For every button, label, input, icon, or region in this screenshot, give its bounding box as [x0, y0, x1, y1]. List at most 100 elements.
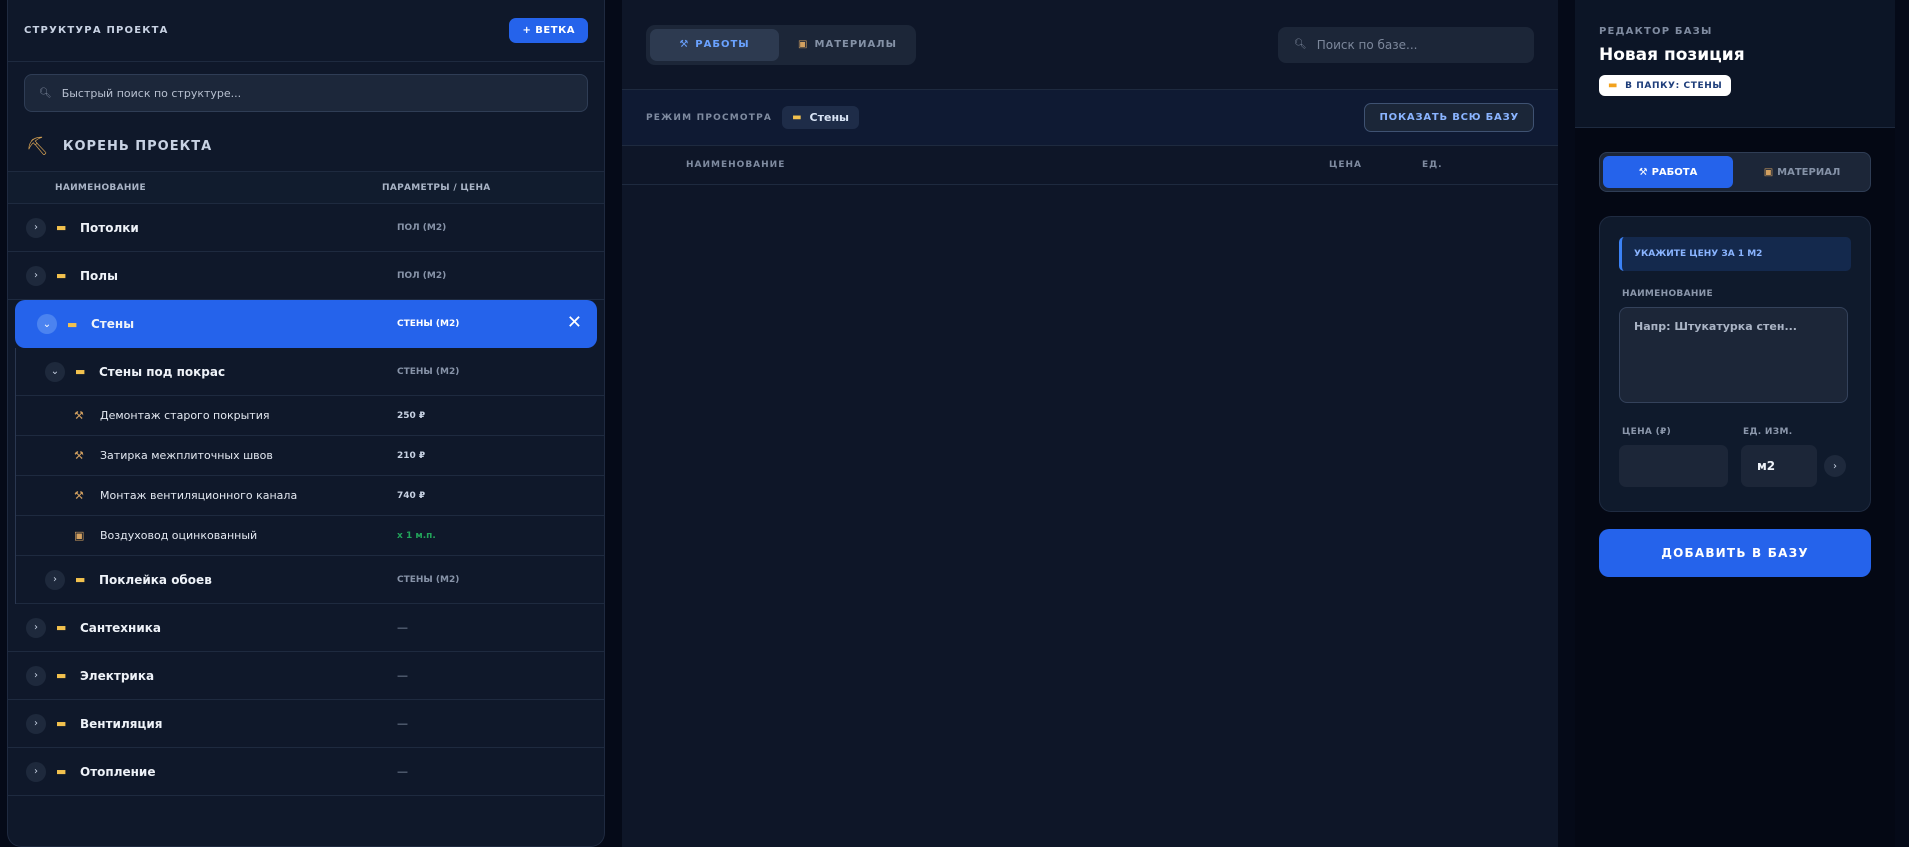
project-structure-panel: СТРУКТУРА ПРОЕКТА + ВЕТКА 🔍︎ ⛏ КОРЕНЬ ПР…	[7, 0, 605, 847]
tree-leaf-item[interactable]: ⚒ Монтаж вентиляционного канала 740 ₽	[16, 476, 604, 516]
close-icon[interactable]: ✕	[567, 312, 582, 334]
structure-search[interactable]: 🔍︎	[24, 74, 588, 112]
tree-item-param: —	[397, 765, 408, 778]
tree-column-header: НАИМЕНОВАНИЕ ПАРАМЕТРЫ / ЦЕНА	[8, 172, 604, 204]
editor-title: Новая позиция	[1599, 45, 1745, 65]
price-hint: УКАЖИТЕ ЦЕНУ ЗА 1 М2	[1619, 237, 1851, 271]
tree-item-heating[interactable]: › ▬ Отопление —	[8, 748, 604, 796]
tree-leaf-quantity: x 1 м.п.	[397, 530, 436, 541]
view-folder-chip[interactable]: ▬ Стены	[782, 106, 859, 129]
item-type-toggle: ⚒ РАБОТА ▣ МАТЕРИАЛ	[1599, 152, 1871, 192]
chevron-right-icon[interactable]: ›	[26, 617, 46, 638]
show-all-button[interactable]: ПОКАЗАТЬ ВСЮ БАЗУ	[1364, 103, 1534, 132]
tree-leaf-label: Затирка межплиточных швов	[100, 449, 273, 462]
tree-item-label: Сантехника	[80, 620, 161, 635]
view-mode-label: РЕЖИМ ПРОСМОТРА	[646, 112, 773, 123]
type-material-label: МАТЕРИАЛ	[1777, 166, 1841, 178]
structure-title: СТРУКТУРА ПРОЕКТА	[24, 25, 169, 36]
tree-item-param: ПОЛ (М2)	[397, 222, 447, 233]
tree-item-param: —	[397, 717, 408, 730]
chevron-right-icon[interactable]: ›	[26, 761, 46, 782]
chevron-down-icon[interactable]: ⌄	[37, 314, 57, 334]
project-root-row[interactable]: ⛏ КОРЕНЬ ПРОЕКТА	[8, 122, 604, 172]
name-field[interactable]	[1619, 307, 1848, 403]
chevron-right-icon[interactable]: ›	[26, 217, 46, 238]
catalog-panel: ⚒ РАБОТЫ ▣ МАТЕРИАЛЫ 🔍︎ РЕЖИМ ПРОСМОТРА …	[622, 0, 1558, 847]
tree-item-wallpaper[interactable]: › ▬ Поклейка обоев СТЕНЫ (М2)	[16, 556, 604, 604]
editor-header: РЕДАКТОР БАЗЫ Новая позиция ▬ В ПАПКУ: С…	[1575, 0, 1895, 128]
folder-icon: ▬	[56, 621, 67, 634]
catalog-toolbar: ⚒ РАБОТЫ ▣ МАТЕРИАЛЫ 🔍︎	[622, 0, 1558, 90]
folder-open-icon: ▬	[67, 317, 78, 331]
tree-item-param: СТЕНЫ (М2)	[397, 319, 460, 329]
material-box-icon: ▣	[1763, 166, 1774, 178]
col-name-header: НАИМЕНОВАНИЕ	[686, 160, 786, 170]
add-to-base-button[interactable]: ДОБАВИТЬ В БАЗУ	[1599, 529, 1871, 577]
tree-item-ceilings[interactable]: › ▬ Потолки ПОЛ (М2)	[8, 204, 604, 252]
structure-header: СТРУКТУРА ПРОЕКТА + ВЕТКА	[8, 0, 604, 62]
add-branch-button[interactable]: + ВЕТКА	[509, 18, 588, 43]
price-field-label: ЦЕНА (₽)	[1622, 427, 1672, 437]
price-field[interactable]	[1619, 445, 1728, 487]
tab-works[interactable]: ⚒ РАБОТЫ	[650, 28, 779, 61]
catalog-search-input[interactable]	[1316, 37, 1517, 52]
col-price-header: ЦЕНА	[1329, 160, 1362, 170]
hammer-pick-icon: ⚒	[74, 489, 84, 502]
tree-item-walls-paint[interactable]: ⌄ ▬ Стены под покрас СТЕНЫ (М2)	[16, 348, 604, 396]
price-unit-labels: ЦЕНА (₽) ЕД. ИЗМ.	[1622, 427, 1851, 437]
walls-children: ⌄ ▬ Стены под покрас СТЕНЫ (М2) ⚒ Демонт…	[15, 348, 604, 604]
tab-materials[interactable]: ▣ МАТЕРИАЛЫ	[783, 29, 912, 61]
hammer-pick-icon: ⚒	[679, 39, 690, 50]
tree-item-electrics[interactable]: › ▬ Электрика —	[8, 652, 604, 700]
material-box-icon: ▣	[74, 529, 85, 542]
tree-item-label: Полы	[80, 268, 118, 283]
tree-item-param: СТЕНЫ (М2)	[397, 366, 460, 377]
tree-item-param: —	[397, 669, 408, 682]
hammer-pick-icon: ⚒	[74, 449, 84, 462]
folder-open-icon: ▬	[792, 112, 802, 123]
tab-works-label: РАБОТЫ	[695, 39, 750, 50]
type-work-label: РАБОТА	[1651, 166, 1698, 178]
tree-item-floors[interactable]: › ▬ Полы ПОЛ (М2)	[8, 252, 604, 300]
tree-leaf-price: 740 ₽	[397, 490, 426, 501]
tree-item-walls-active[interactable]: ⌄ ▬ Стены СТЕНЫ (М2) ✕	[15, 300, 597, 348]
editor-panel: РЕДАКТОР БАЗЫ Новая позиция ▬ В ПАПКУ: С…	[1575, 0, 1895, 847]
chevron-right-icon[interactable]: ›	[26, 665, 46, 686]
tree-item-plumbing[interactable]: › ▬ Сантехника —	[8, 604, 604, 652]
name-field-label: НАИМЕНОВАНИЕ	[1622, 289, 1713, 299]
chevron-right-icon[interactable]: ›	[1824, 455, 1846, 477]
crane-icon: ⛏	[26, 136, 49, 157]
unit-select[interactable]: м2	[1741, 445, 1817, 487]
chevron-right-icon[interactable]: ›	[26, 265, 46, 286]
tree-item-label: Потолки	[80, 220, 139, 235]
hammer-pick-icon: ⚒	[74, 409, 84, 422]
target-folder-badge: ▬ В ПАПКУ: СТЕНЫ	[1599, 75, 1732, 96]
chevron-down-icon[interactable]: ⌄	[45, 361, 65, 382]
chevron-right-icon[interactable]: ›	[45, 569, 65, 590]
view-mode-bar: РЕЖИМ ПРОСМОТРА ▬ Стены ПОКАЗАТЬ ВСЮ БАЗ…	[622, 90, 1558, 146]
tree-leaf-item[interactable]: ⚒ Демонтаж старого покрытия 250 ₽	[16, 396, 604, 436]
tree-leaf-item[interactable]: ⚒ Затирка межплиточных швов 210 ₽	[16, 436, 604, 476]
chevron-right-icon[interactable]: ›	[26, 713, 46, 734]
tree-item-ventilation[interactable]: › ▬ Вентиляция —	[8, 700, 604, 748]
unit-field-label: ЕД. ИЗМ.	[1743, 427, 1793, 437]
tree-leaf-label: Демонтаж старого покрытия	[100, 409, 270, 422]
catalog-search[interactable]: 🔍︎	[1278, 26, 1534, 63]
type-work-option[interactable]: ⚒ РАБОТА	[1603, 156, 1733, 188]
tree-item-label: Вентиляция	[80, 716, 163, 731]
type-material-option[interactable]: ▣ МАТЕРИАЛ	[1737, 156, 1867, 188]
tree-item-label: Электрика	[80, 668, 155, 683]
price-unit-inputs: м2 ›	[1619, 445, 1851, 487]
project-root-title: КОРЕНЬ ПРОЕКТА	[62, 139, 213, 154]
structure-search-input[interactable]	[61, 86, 562, 100]
material-box-icon: ▣	[798, 39, 809, 50]
col-name-header: НАИМЕНОВАНИЕ	[55, 182, 146, 193]
tree-leaf-item[interactable]: ▣ Воздуховод оцинкованный x 1 м.п.	[16, 516, 604, 556]
tree-item-label: Стены	[91, 317, 135, 331]
tree-item-param: ПОЛ (М2)	[397, 270, 447, 281]
item-form: УКАЖИТЕ ЦЕНУ ЗА 1 М2 НАИМЕНОВАНИЕ ЦЕНА (…	[1599, 216, 1871, 512]
catalog-table-header: НАИМЕНОВАНИЕ ЦЕНА ЕД.	[622, 146, 1558, 185]
tree-leaf-price: 210 ₽	[397, 450, 426, 461]
tree-leaf-label: Воздуховод оцинкованный	[100, 529, 258, 542]
tree-item-param: СТЕНЫ (М2)	[397, 574, 460, 585]
